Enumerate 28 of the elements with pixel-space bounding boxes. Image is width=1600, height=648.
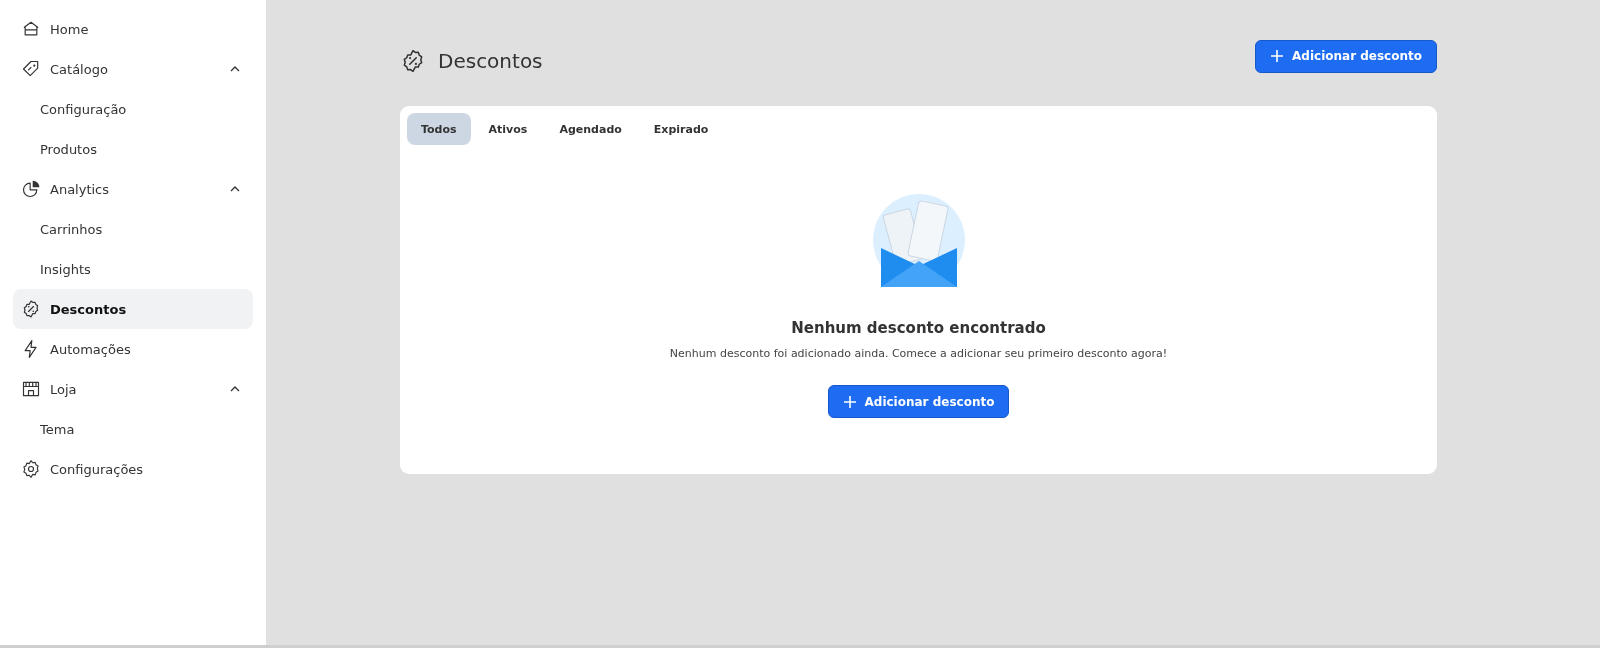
pie-chart-icon: [21, 179, 41, 199]
sidebar-subitem[interactable]: Tema: [13, 409, 253, 449]
sidebar-subitem[interactable]: Produtos: [13, 129, 253, 169]
sidebar-subitem[interactable]: Carrinhos: [13, 209, 253, 249]
storefront-icon: [21, 379, 41, 399]
empty-state-title: Nenhum desconto encontrado: [791, 319, 1046, 337]
filter-tab[interactable]: Agendado: [545, 113, 636, 145]
filter-tab[interactable]: Ativos: [474, 113, 542, 145]
discount-badge-icon: [21, 299, 41, 319]
sidebar-item[interactable]: Home: [13, 9, 253, 49]
sidebar-item[interactable]: Loja: [13, 369, 253, 409]
empty-state-message: Nenhum desconto foi adicionado ainda. Comece a adicionar seu primeiro desconto agora!: [669, 347, 1168, 360]
sidebar-item[interactable]: Automações: [13, 329, 253, 369]
plus-icon: [1270, 49, 1285, 63]
sidebar-item[interactable]: Descontos: [13, 289, 253, 329]
plus-icon: [842, 394, 857, 409]
tag-icon: [21, 59, 41, 79]
sidebar-item[interactable]: Configurações: [13, 449, 253, 489]
sidebar-subitem[interactable]: Configuração: [13, 89, 253, 129]
sidebar-item[interactable]: Analytics: [13, 169, 253, 209]
filter-tab[interactable]: Expirado: [639, 113, 723, 145]
gear-icon: [21, 459, 41, 479]
add-discount-button[interactable]: Adicionar desconto: [827, 385, 1010, 418]
sidebar-subitem[interactable]: Insights: [13, 249, 253, 289]
filter-tab[interactable]: Todos: [407, 113, 471, 145]
sidebar-item[interactable]: Catálogo: [13, 49, 253, 89]
add-discount-button[interactable]: Adicionar desconto: [1255, 39, 1437, 73]
page-title: Descontos: [438, 49, 543, 73]
